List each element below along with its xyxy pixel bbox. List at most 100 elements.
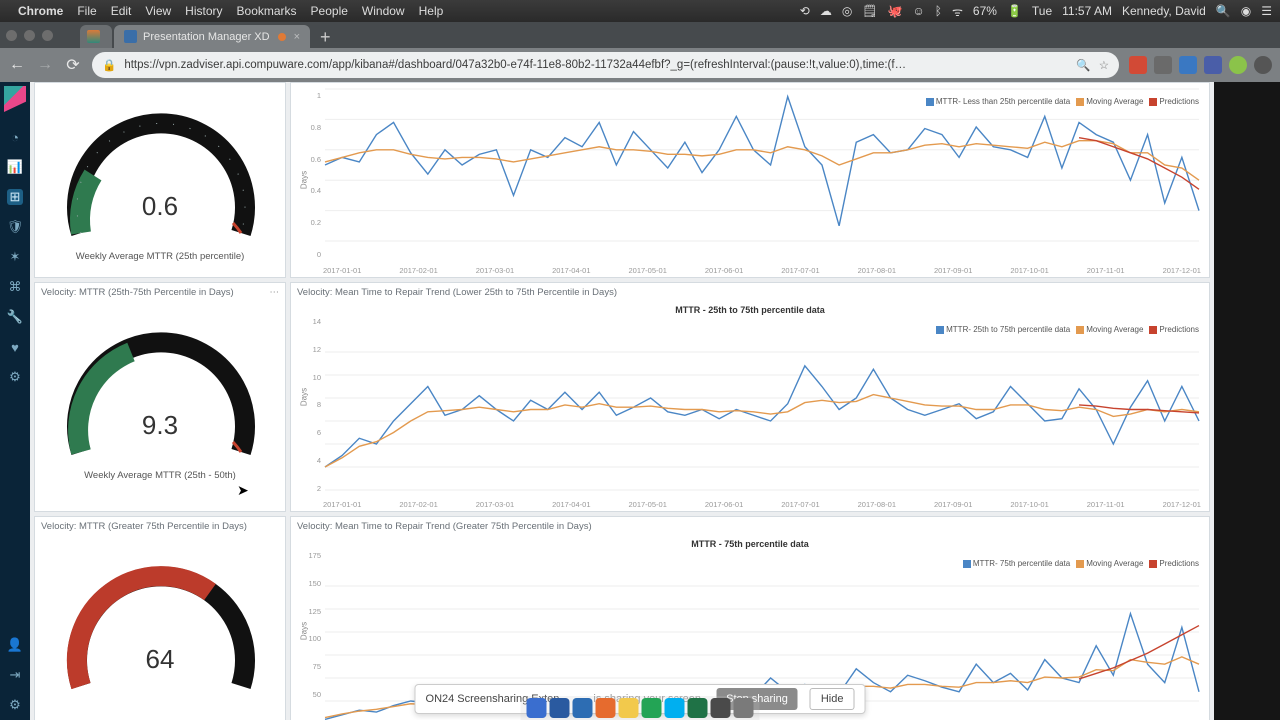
chart-legend: MTTR- 25th to 75th percentile data Movin… xyxy=(936,325,1199,334)
battery-label: 67% xyxy=(973,4,997,18)
tab-indicator-icon xyxy=(278,33,286,41)
forward-button[interactable]: → xyxy=(36,56,54,74)
user-name[interactable]: Kennedy, David xyxy=(1122,4,1206,18)
discover-icon[interactable]: ◔ xyxy=(7,129,23,145)
app-icon[interactable] xyxy=(550,698,570,718)
extension-icon[interactable] xyxy=(1179,56,1197,74)
window-max[interactable] xyxy=(42,30,53,41)
panel-gauge-25th: 0.6 Weekly Average MTTR (25th percentile… xyxy=(34,82,286,278)
window-close[interactable] xyxy=(6,30,17,41)
panel-gauge-25-75: Velocity: MTTR (25th-75th Percentile in … xyxy=(34,282,286,512)
tab-title: Presentation Manager XD xyxy=(143,31,270,43)
spotlight-icon[interactable]: 🔍 xyxy=(1216,4,1231,18)
firefox-icon[interactable] xyxy=(596,698,616,718)
menu-people[interactable]: People xyxy=(311,4,348,18)
outlook-icon[interactable] xyxy=(573,698,593,718)
status-icon[interactable]: ⟲ xyxy=(800,4,810,18)
pinned-tab[interactable] xyxy=(80,25,112,48)
clock-day[interactable]: Tue xyxy=(1032,4,1052,18)
panel-title-text: Velocity: Mean Time to Repair Trend (Gre… xyxy=(291,517,1209,536)
ml-icon[interactable]: ⌘ xyxy=(7,279,23,295)
menu-file[interactable]: File xyxy=(77,4,96,18)
logout-icon[interactable]: ⇥ xyxy=(7,667,23,683)
user-icon[interactable]: 👤 xyxy=(7,637,23,653)
gauge-value: 0.6 xyxy=(35,191,285,222)
collapse-icon[interactable]: ⚙ xyxy=(7,697,23,713)
monitor-icon[interactable]: ♥ xyxy=(7,339,23,355)
macos-menubar: Chrome File Edit View History Bookmarks … xyxy=(0,0,1280,22)
panel-trend-25-75: Velocity: Mean Time to Repair Trend (Low… xyxy=(290,282,1210,512)
menu-window[interactable]: Window xyxy=(362,4,405,18)
dashboard-icon[interactable]: ⊞ xyxy=(7,189,23,205)
menu-edit[interactable]: Edit xyxy=(111,4,132,18)
skype-icon[interactable] xyxy=(665,698,685,718)
chrome-icon[interactable] xyxy=(619,698,639,718)
battery-icon[interactable]: 🔋 xyxy=(1007,4,1022,18)
tab-close-icon[interactable]: × xyxy=(294,31,300,43)
panel-menu-icon[interactable]: ⋯ xyxy=(270,287,280,298)
timelion-icon[interactable]: 🛡 xyxy=(7,219,23,235)
app-icon[interactable] xyxy=(642,698,662,718)
menu-help[interactable]: Help xyxy=(419,4,444,18)
clock-time[interactable]: 11:57 AM xyxy=(1062,4,1112,18)
chart-legend: MTTR- 75th percentile data Moving Averag… xyxy=(963,559,1199,568)
management-icon[interactable]: ⚙ xyxy=(7,369,23,385)
gauge-chart xyxy=(35,536,287,704)
tab-presentation-manager[interactable]: Presentation Manager XD × xyxy=(114,25,310,48)
panel-title-text: Velocity: MTTR (25th-75th Percentile in … xyxy=(41,287,234,298)
gauge-caption: Weekly Average MTTR (25th - 50th) xyxy=(35,470,285,481)
wifi-icon[interactable]: ᯤ xyxy=(952,3,963,20)
visualize-icon[interactable]: 📊 xyxy=(7,159,23,175)
menu-view[interactable]: View xyxy=(145,4,171,18)
gauge-chart xyxy=(35,83,287,251)
lock-icon: 🔒 xyxy=(102,58,116,72)
status-icon[interactable]: 🗒 xyxy=(862,4,877,18)
trash-icon[interactable] xyxy=(734,698,754,718)
address-bar[interactable]: 🔒 https://vpn.zadviser.api.compuware.com… xyxy=(92,52,1119,78)
window-min[interactable] xyxy=(24,30,35,41)
app-icon[interactable] xyxy=(711,698,731,718)
hide-button[interactable]: Hide xyxy=(810,688,855,710)
extension-icon[interactable] xyxy=(1154,56,1172,74)
excel-icon[interactable] xyxy=(688,698,708,718)
siri-icon[interactable]: ◉ xyxy=(1241,4,1251,18)
star-icon[interactable]: ☆ xyxy=(1099,58,1109,72)
bluetooth-icon[interactable]: ᛒ xyxy=(935,4,942,18)
chart-title: MTTR - 25th to 75th percentile data xyxy=(291,302,1209,318)
profile-icon[interactable] xyxy=(1229,56,1247,74)
panel-title-text: Velocity: MTTR (Greater 75th Percentile … xyxy=(35,517,285,536)
x-ticks: 2017-01-012017-02-012017-03-012017-04-01… xyxy=(323,500,1201,509)
panel-trend-25th: MTTR- Less than 25th percentile data Mov… xyxy=(290,82,1210,278)
menu-app[interactable]: Chrome xyxy=(18,4,63,18)
reload-button[interactable]: ⟳ xyxy=(64,56,82,74)
status-icon[interactable]: ☁ xyxy=(820,4,832,18)
line-chart xyxy=(291,318,1211,508)
gauge-value: 9.3 xyxy=(35,410,285,441)
gauge-caption: Weekly Average MTTR (25th percentile) xyxy=(35,251,285,262)
y-ticks: 1412108642 xyxy=(303,317,321,493)
status-icon[interactable]: 🐙 xyxy=(888,4,903,18)
mouse-cursor-icon: ➤ xyxy=(237,482,249,499)
canvas-icon[interactable]: ✶ xyxy=(7,249,23,265)
status-icon[interactable]: ◎ xyxy=(842,4,852,18)
kibana-sidebar: ◔ 📊 ⊞ 🛡 ✶ ⌘ 🔧 ♥ ⚙ 👤 ⇥ ⚙ xyxy=(0,82,30,720)
notifications-icon[interactable]: ☰ xyxy=(1261,4,1272,18)
finder-icon[interactable] xyxy=(527,698,547,718)
status-icon[interactable]: ☺ xyxy=(912,4,924,18)
new-tab-button[interactable]: + xyxy=(320,27,331,48)
back-button[interactable]: ← xyxy=(8,56,26,74)
gauge-chart xyxy=(35,302,287,470)
extension-icon[interactable] xyxy=(1204,56,1222,74)
menu-bookmarks[interactable]: Bookmarks xyxy=(237,4,297,18)
chrome-toolbar: ← → ⟳ 🔒 https://vpn.zadviser.api.compuwa… xyxy=(0,48,1280,82)
menu-history[interactable]: History xyxy=(185,4,222,18)
search-icon[interactable]: 🔍 xyxy=(1076,58,1090,72)
extension-icon[interactable] xyxy=(1129,56,1147,74)
hourglass-icon xyxy=(87,30,100,43)
chart-legend: MTTR- Less than 25th percentile data Mov… xyxy=(926,97,1199,106)
dashboard-area: 0.6 Weekly Average MTTR (25th percentile… xyxy=(30,82,1214,720)
chrome-menu-icon[interactable] xyxy=(1254,56,1272,74)
devtools-icon[interactable]: 🔧 xyxy=(7,309,23,325)
kibana-logo-icon[interactable] xyxy=(4,86,26,112)
y-ticks: 175150125100755025 xyxy=(303,551,321,720)
